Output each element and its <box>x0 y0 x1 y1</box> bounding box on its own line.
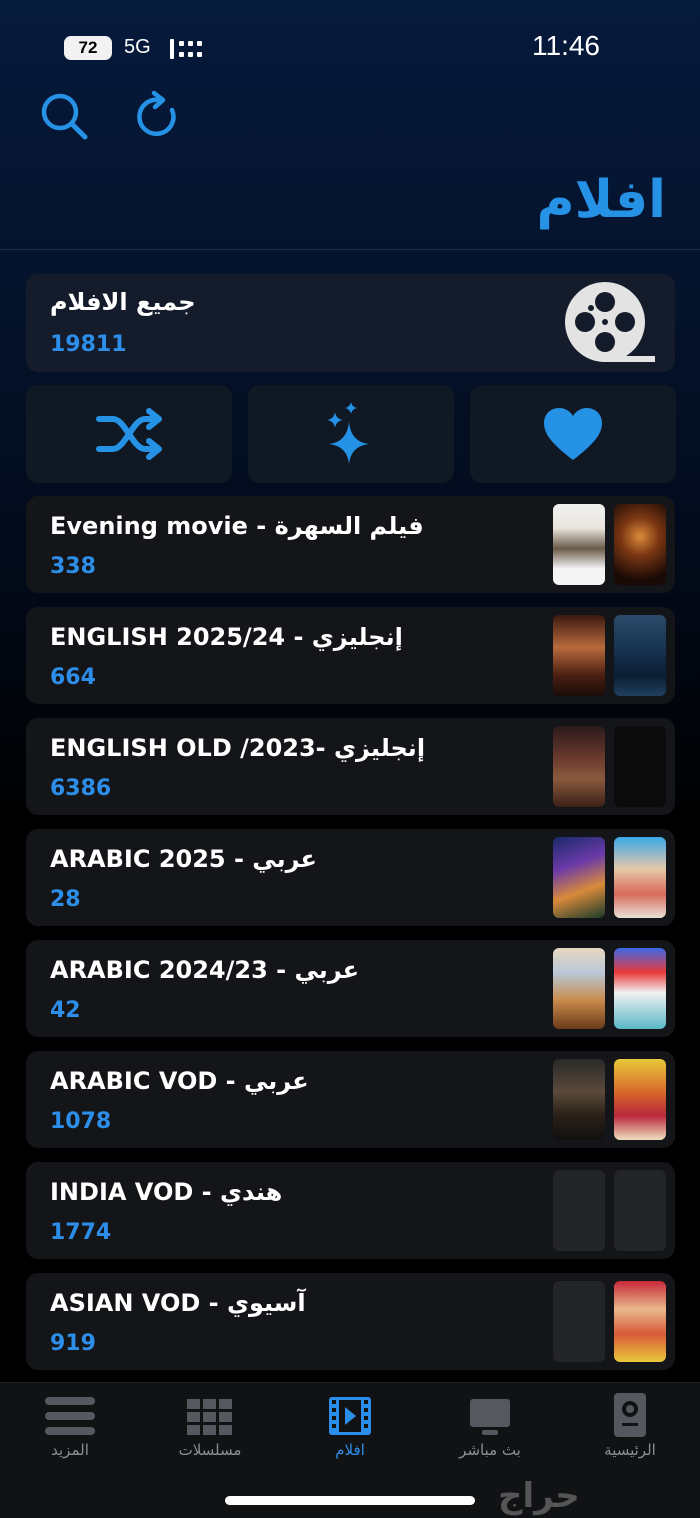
search-icon[interactable] <box>38 90 90 142</box>
category-count: 664 <box>50 665 96 690</box>
poster-thumbnail <box>553 726 605 807</box>
watermark-logo: حراج <box>498 1476 580 1516</box>
poster-thumbnail <box>553 837 605 918</box>
tab-label: افلام <box>335 1441 365 1459</box>
category-count: 1774 <box>50 1220 112 1245</box>
poster-placeholder <box>553 1170 605 1251</box>
category-title: ARABIC 2025 - عربي <box>50 845 317 873</box>
poster-thumbnail <box>614 615 666 696</box>
category-card[interactable]: ENGLISH OLD /2023- إنجليزي 6386 <box>26 718 675 815</box>
poster-thumbnail <box>553 615 605 696</box>
category-count: 6386 <box>50 776 112 801</box>
refresh-icon[interactable] <box>132 90 184 142</box>
home-device-icon <box>614 1393 646 1437</box>
category-count: 28 <box>50 887 81 912</box>
battery-indicator: 72 <box>64 36 112 60</box>
tab-label: الرئيسية <box>604 1441 656 1459</box>
category-title: ASIAN VOD - آسيوي <box>50 1289 306 1317</box>
all-movies-count: 19811 <box>50 332 127 357</box>
poster-placeholder <box>553 1281 605 1362</box>
category-count: 338 <box>50 554 96 579</box>
category-title: ARABIC VOD - عربي <box>50 1067 309 1095</box>
poster-thumbnail <box>553 1059 605 1140</box>
menu-icon <box>45 1397 95 1435</box>
category-card[interactable]: INDIA VOD - هندي 1774 <box>26 1162 675 1259</box>
new-releases-button[interactable] <box>248 385 454 483</box>
poster-thumbnail <box>553 504 605 585</box>
poster-thumbnail <box>614 504 666 585</box>
tab-live[interactable]: بث مباشر <box>420 1383 560 1473</box>
tab-more[interactable]: المزيد <box>0 1383 140 1473</box>
poster-thumbnail <box>614 726 666 807</box>
page-title: افلام <box>536 170 666 230</box>
favorites-button[interactable] <box>470 385 676 483</box>
category-title: ARABIC 2024/23 - عربي <box>50 956 360 984</box>
poster-placeholder <box>614 1170 666 1251</box>
category-title: INDIA VOD - هندي <box>50 1178 283 1206</box>
poster-thumbnail <box>614 837 666 918</box>
shuffle-button[interactable] <box>26 385 232 483</box>
category-card[interactable]: ARABIC VOD - عربي 1078 <box>26 1051 675 1148</box>
tab-label: مسلسلات <box>178 1441 242 1459</box>
all-movies-card[interactable]: جميع الافلام 19811 <box>26 274 675 372</box>
category-card[interactable]: Evening movie - فيلم السهرة 338 <box>26 496 675 593</box>
category-title: Evening movie - فيلم السهرة <box>50 512 424 540</box>
heart-icon <box>544 408 602 460</box>
poster-thumbnail <box>614 1059 666 1140</box>
tab-series[interactable]: مسلسلات <box>140 1383 280 1473</box>
category-title: ENGLISH OLD /2023- إنجليزي <box>50 734 426 762</box>
header-divider <box>0 249 700 250</box>
category-count: 919 <box>50 1331 96 1356</box>
category-card[interactable]: ARABIC 2024/23 - عربي 42 <box>26 940 675 1037</box>
category-card[interactable]: ENGLISH 2025/24 - إنجليزي 664 <box>26 607 675 704</box>
network-type: 5G <box>124 36 151 58</box>
category-card[interactable]: ARABIC 2025 - عربي 28 <box>26 829 675 926</box>
all-movies-title: جميع الافلام <box>50 288 196 316</box>
poster-thumbnail <box>553 948 605 1029</box>
film-reel-icon <box>565 282 655 362</box>
film-icon <box>329 1397 371 1435</box>
shuffle-icon <box>96 408 162 460</box>
tab-label: بث مباشر <box>459 1441 521 1459</box>
category-count: 42 <box>50 998 81 1023</box>
tab-home[interactable]: الرئيسية <box>560 1383 700 1473</box>
tv-icon <box>470 1399 510 1435</box>
category-count: 1078 <box>50 1109 112 1134</box>
grid-icon <box>187 1399 232 1435</box>
signal-icon <box>170 39 202 59</box>
home-indicator[interactable] <box>225 1496 475 1505</box>
tab-label: المزيد <box>51 1441 89 1459</box>
category-title: ENGLISH 2025/24 - إنجليزي <box>50 623 403 651</box>
status-time: 11:46 <box>532 30 600 61</box>
poster-thumbnail <box>614 1281 666 1362</box>
status-bar: 72 5G 11:46 <box>0 0 700 90</box>
poster-thumbnail <box>614 948 666 1029</box>
tab-movies[interactable]: افلام <box>280 1383 420 1473</box>
sparkles-icon <box>327 402 369 464</box>
category-card[interactable]: ASIAN VOD - آسيوي 919 <box>26 1273 675 1370</box>
